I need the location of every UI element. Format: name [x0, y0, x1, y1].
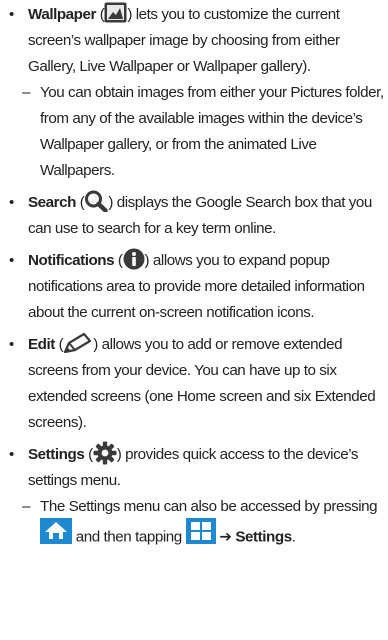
bullet-marker: •	[9, 252, 14, 269]
dash-marker: –	[22, 84, 30, 101]
notifications-term: Notifications	[28, 252, 115, 269]
search-term: Search	[28, 194, 76, 211]
wallpaper-sub-text: You can obtain images from either your P…	[40, 84, 384, 179]
search-entry: • Search () displays the Google Search bo…	[6, 190, 384, 242]
wallpaper-icon	[104, 2, 127, 23]
settings-term: Settings	[28, 446, 85, 463]
apps-grid-icon	[185, 518, 216, 553]
edit-entry: • Edit () allows you to add or remove ext…	[6, 332, 384, 436]
dash-marker: –	[22, 498, 30, 515]
wallpaper-term: Wallpaper	[28, 6, 96, 23]
bullet-marker: •	[9, 336, 14, 353]
settings-sub-period: .	[291, 528, 296, 546]
info-icon	[123, 248, 145, 270]
paren-open: (	[114, 252, 123, 269]
bullet-marker: •	[9, 6, 14, 23]
notifications-entry: • Notifications () allows you to expand p…	[6, 248, 384, 326]
edit-term: Edit	[28, 336, 55, 353]
paren-open: (	[95, 6, 105, 23]
settings-sub-middle: and then tapping	[75, 528, 182, 546]
paren-open: (	[75, 194, 85, 211]
paren-open: (	[54, 336, 64, 353]
arrow-glyph: ➔	[219, 528, 232, 546]
manual-page: • Wallpaper () lets you to customize the …	[0, 0, 388, 640]
paren-open: (	[84, 446, 93, 463]
settings-sub-before: The Settings menu can also be accessed b…	[40, 498, 378, 515]
home-key-icon	[40, 518, 72, 553]
bullet-marker: •	[9, 446, 14, 463]
gear-icon	[93, 441, 117, 465]
magnifier-icon	[84, 190, 109, 212]
settings-entry: • Settings () provides quick access to th…	[6, 441, 384, 494]
bullet-marker: •	[9, 194, 14, 211]
wallpaper-entry: • Wallpaper () lets you to customize the …	[6, 2, 384, 80]
wallpaper-sub-entry: – You can obtain images from either your …	[6, 80, 384, 184]
settings-sub-entry: – The Settings menu can also be accessed …	[6, 494, 384, 555]
pencil-icon	[63, 332, 93, 354]
settings-sub-target: Settings	[235, 528, 292, 546]
